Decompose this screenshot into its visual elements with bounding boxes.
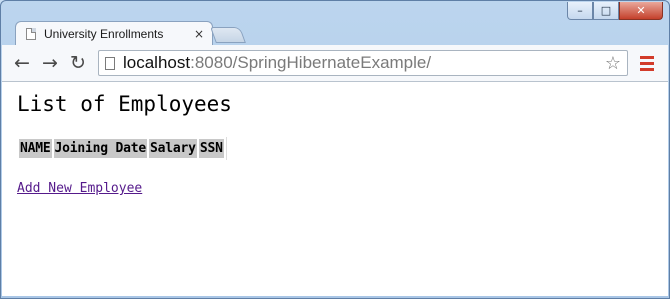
maximize-button[interactable]: □ <box>593 2 619 20</box>
page-title: List of Employees <box>17 92 232 116</box>
column-header-name: NAME <box>19 139 52 158</box>
close-window-button[interactable]: ✕ <box>619 2 663 20</box>
back-arrow-icon[interactable]: ← <box>10 51 34 75</box>
forward-arrow-icon[interactable]: → <box>38 51 62 75</box>
browser-toolbar: ← → ↻ localhost:8080/SpringHibernateExam… <box>2 45 668 82</box>
add-new-employee-link[interactable]: Add New Employee <box>17 181 142 196</box>
window-controls: – □ ✕ <box>567 2 663 20</box>
page-content: List of Employees NAME Joining Date Sala… <box>2 82 668 296</box>
minimize-button[interactable]: – <box>567 2 593 20</box>
url-text[interactable]: localhost:8080/SpringHibernateExample/ <box>123 53 605 73</box>
page-icon <box>105 56 115 70</box>
tab-title: University Enrollments <box>44 26 164 41</box>
reload-icon[interactable]: ↻ <box>66 51 90 75</box>
menu-icon-bar <box>640 67 654 71</box>
menu-icon-bar <box>640 55 654 59</box>
employee-table: NAME Joining Date Salary SSN <box>17 137 227 160</box>
page-icon <box>26 27 36 40</box>
new-tab-icon[interactable] <box>210 27 246 43</box>
table-header-row: NAME Joining Date Salary SSN <box>19 139 224 158</box>
menu-icon[interactable] <box>640 55 654 71</box>
address-bar[interactable]: localhost:8080/SpringHibernateExample/ ☆ <box>98 50 628 76</box>
menu-icon-bar <box>640 61 654 65</box>
close-icon[interactable]: × <box>194 27 204 41</box>
browser-window: – □ ✕ University Enrollments × ← → ↻ loc… <box>0 0 670 299</box>
star-icon[interactable]: ☆ <box>605 53 621 74</box>
column-header-ssn: SSN <box>198 139 224 158</box>
url-host: localhost <box>123 53 191 72</box>
column-header-joining-date: Joining Date <box>53 139 148 158</box>
browser-tab[interactable]: University Enrollments × <box>15 21 213 45</box>
column-header-salary: Salary <box>149 139 197 158</box>
url-path: :8080/SpringHibernateExample/ <box>190 53 432 72</box>
